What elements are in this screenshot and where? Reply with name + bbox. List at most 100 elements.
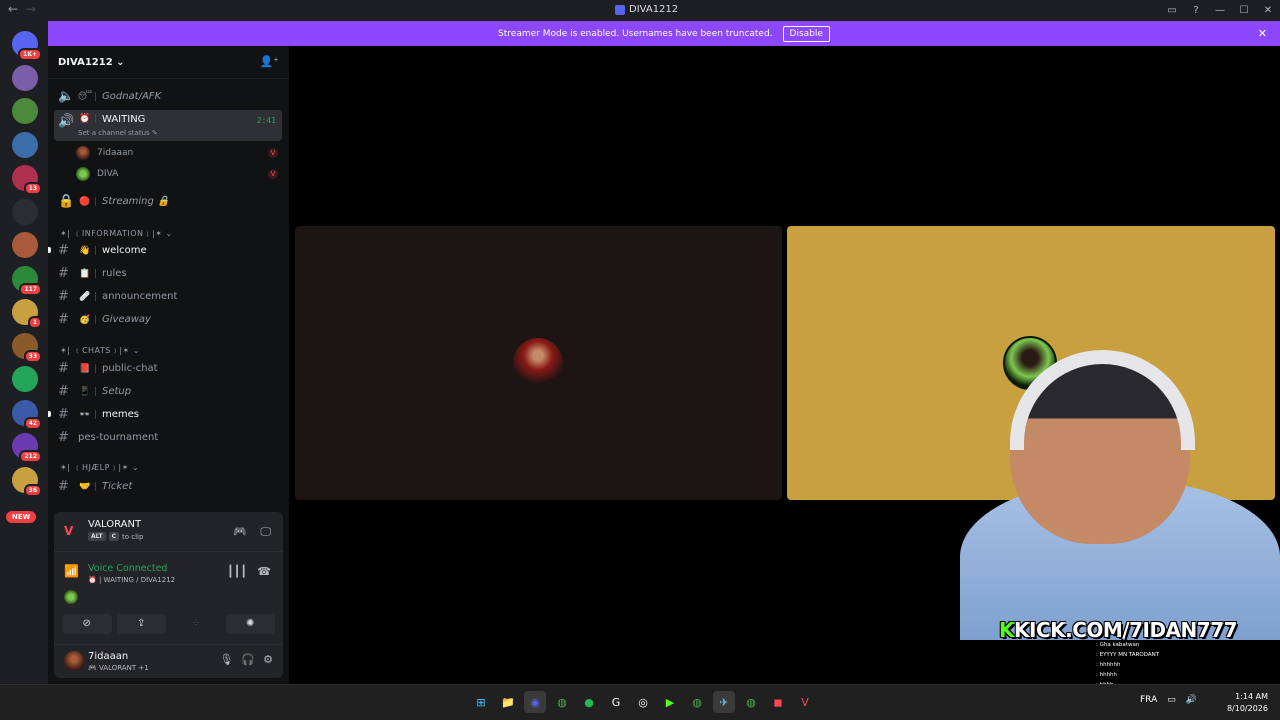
voice-connected-channel[interactable]: ⏰ | WAITING / DIVA1212 <box>88 576 175 584</box>
minimize-button[interactable]: — <box>1208 5 1232 16</box>
text-channel[interactable]: # 🩹 | announcement <box>54 286 282 307</box>
share-screen-button[interactable]: ⇪ <box>116 614 166 634</box>
text-channel[interactable]: # 🥳 | Giveaway <box>54 309 282 330</box>
kick-icon[interactable]: ▶ <box>659 691 681 713</box>
network-icon[interactable]: ▭ <box>1167 695 1176 705</box>
signal-icon: 📶 <box>64 564 79 578</box>
category-help[interactable]: ✶| ﹝HJÆLP﹞|✶ ⌄ <box>60 462 139 473</box>
forward-arrow-icon[interactable]: → <box>26 2 36 16</box>
screen-share-icon[interactable]: 🖵 <box>260 525 271 539</box>
server-icon[interactable] <box>12 131 38 158</box>
text-channel[interactable]: # 👋 | welcome <box>54 240 282 261</box>
voice-user[interactable]: 7idaaan V <box>76 144 278 162</box>
start-icon[interactable]: ⊞ <box>470 691 492 713</box>
clock[interactable]: 1:14 AM 8/10/2026 <box>1222 691 1268 715</box>
server-icon[interactable]: 36 <box>12 466 42 497</box>
valorant-icon[interactable]: V <box>794 691 816 713</box>
noise-suppression-icon[interactable]: ┃┃┃ <box>227 565 247 578</box>
chrome-icon-3[interactable]: ◍ <box>740 691 762 713</box>
text-channel[interactable]: # 📋 | rules <box>54 263 282 284</box>
server-icon[interactable] <box>12 198 38 225</box>
discord-icon[interactable]: ◉ <box>524 691 546 713</box>
key-alt: ALT <box>88 532 106 541</box>
server-icon[interactable]: 212 <box>12 433 42 463</box>
webcam-overlay <box>960 340 1280 640</box>
activities-button[interactable]: ⁘ <box>171 614 221 634</box>
file-explorer-icon[interactable]: 📁 <box>497 691 519 713</box>
telegram-icon[interactable]: ✈ <box>713 691 735 713</box>
activity-avatar[interactable] <box>64 590 78 604</box>
spotify-icon[interactable]: ● <box>578 691 600 713</box>
guild-header[interactable]: DIVA1212 ⌄ 👤⁺ <box>48 46 289 79</box>
inbox-icon[interactable]: ▭ <box>1160 5 1184 16</box>
maximize-button[interactable]: ☐ <box>1232 5 1256 16</box>
game-activity: V VALORANT ALT C to clip 🎮 🖵 <box>54 512 283 552</box>
server-icon[interactable] <box>12 98 38 124</box>
channel-label: Ticket <box>102 481 133 492</box>
voice-channel-waiting[interactable]: 🔊 ⏰ | WAITING 2:41 Set a channel status … <box>54 110 282 141</box>
streamer-mode-text: Streamer Mode is enabled. Usernames have… <box>498 28 773 39</box>
channel-label: welcome <box>102 245 147 256</box>
category-chats[interactable]: ✶| ﹝CHATS﹞|✶ ⌄ <box>60 345 140 356</box>
camera-off-button[interactable]: ⊘ <box>62 614 112 634</box>
soundboard-button[interactable]: ✺ <box>225 614 275 634</box>
discord-logo-icon <box>615 4 625 15</box>
server-icon[interactable]: 117 <box>12 265 42 296</box>
server-icon[interactable]: 1 <box>12 299 42 329</box>
text-channel[interactable]: # pes-tournament <box>54 427 282 448</box>
chrome-icon[interactable]: ◍ <box>551 691 573 713</box>
chat-line: : hhhhhh <box>1096 660 1216 670</box>
voice-connected-label[interactable]: Voice Connected <box>88 563 167 574</box>
server-icon[interactable]: 1K+ <box>12 31 42 61</box>
chrome-icon-2[interactable]: ◍ <box>686 691 708 713</box>
speaker-active-icon: 🔊 <box>58 114 75 129</box>
server-icon[interactable] <box>12 366 38 392</box>
mention-badge: 1K+ <box>18 48 42 61</box>
text-channel[interactable]: # 👓 | memes <box>54 404 282 425</box>
language-indicator[interactable]: FRA <box>1140 695 1157 705</box>
help-icon[interactable]: ? <box>1184 5 1208 16</box>
server-icon[interactable]: 42 <box>12 399 42 430</box>
invite-people-icon[interactable]: 👤⁺ <box>259 55 279 68</box>
disable-streamer-mode-button[interactable]: Disable <box>782 25 830 42</box>
text-channel[interactable]: # 🤝 | Ticket <box>54 476 282 497</box>
lock-icon: 🔒 <box>58 194 75 209</box>
title-bar: ← → DIVA1212 ▭ ? — ☐ ✕ <box>0 0 1280 21</box>
participant-tile-7idaaan[interactable] <box>295 226 782 500</box>
hash-icon: # <box>58 407 69 422</box>
chat-message: : hhhhhh <box>1096 662 1121 668</box>
riot-client-icon[interactable]: ◼ <box>767 691 789 713</box>
logitech-icon[interactable]: G <box>605 691 627 713</box>
microphone-icon[interactable]: 🎙 <box>219 653 233 666</box>
back-arrow-icon[interactable]: ← <box>8 2 18 16</box>
voice-channel-afk[interactable]: 🔈 😴 | Godnat/AFK <box>54 86 282 107</box>
clip-shortcut: ALT C to clip <box>88 532 143 541</box>
category-information[interactable]: ✶| ﹝INFORMATION﹞|✶ ⌄ <box>60 228 173 239</box>
clip-hint: to clip <box>121 532 144 541</box>
mention-badge: 42 <box>23 416 42 430</box>
unread-indicator <box>48 247 51 253</box>
close-banner-icon[interactable]: ✕ <box>1258 27 1267 40</box>
headphones-icon[interactable]: 🎧 <box>241 653 255 666</box>
close-window-button[interactable]: ✕ <box>1256 5 1280 16</box>
volume-icon[interactable]: 🔊 <box>1186 695 1197 705</box>
voice-user[interactable]: DIVA V <box>76 165 278 183</box>
voice-channel-streaming[interactable]: 🔒 🔴 | Streaming 🔒 <box>54 191 282 212</box>
server-icon[interactable]: 13 <box>12 165 42 195</box>
obs-icon[interactable]: ◎ <box>632 691 654 713</box>
window-controls: ▭ ? — ☐ ✕ <box>1160 0 1280 21</box>
disconnect-icon[interactable]: ☎ <box>257 565 271 578</box>
channel-emoji: 🥳 <box>79 314 91 325</box>
guild-name[interactable]: DIVA1212 ⌄ <box>58 57 125 68</box>
avatar[interactable] <box>64 651 84 671</box>
username[interactable]: 7idaaan <box>88 651 128 662</box>
text-channel[interactable]: # 📱 | Setup <box>54 381 282 402</box>
controller-icon[interactable]: 🎮 <box>233 525 247 538</box>
server-icon[interactable] <box>12 232 38 258</box>
server-icon[interactable]: 33 <box>12 332 42 363</box>
mention-badge: 36 <box>23 483 42 497</box>
server-icon[interactable] <box>12 64 38 91</box>
text-channel[interactable]: # 📕 | public-chat <box>54 358 282 379</box>
gear-icon[interactable]: ⚙ <box>263 653 273 666</box>
set-channel-status[interactable]: Set a channel status ✎ <box>78 129 158 137</box>
